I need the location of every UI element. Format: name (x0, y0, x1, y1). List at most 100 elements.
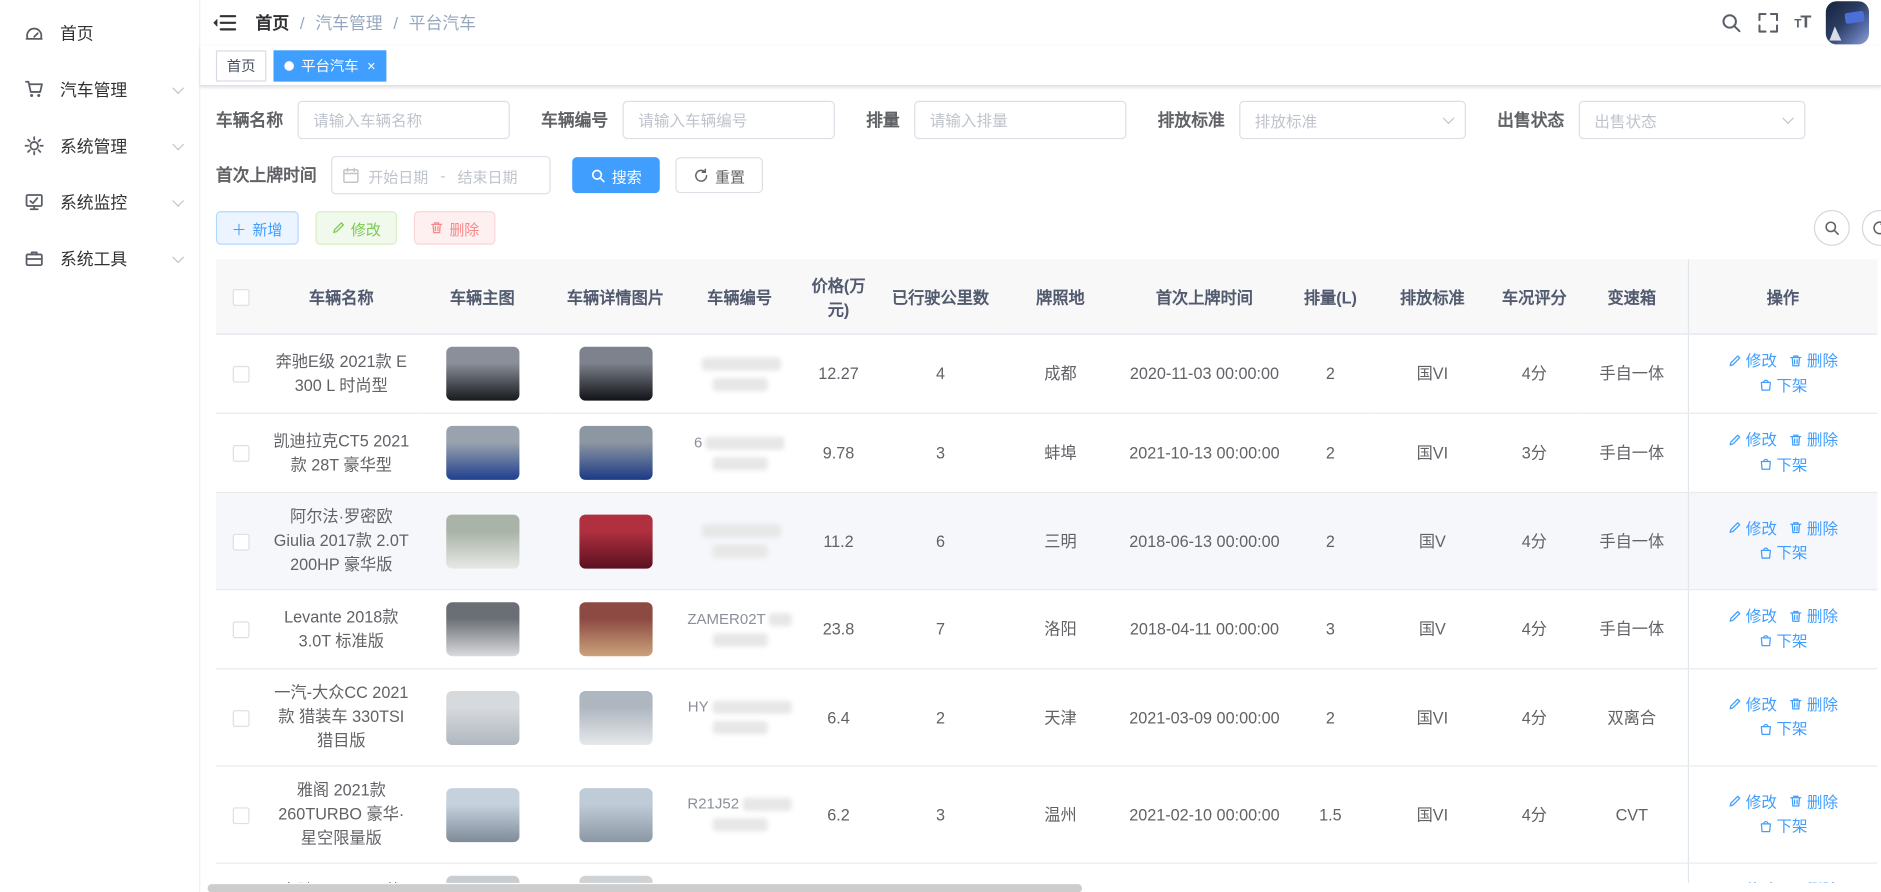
vehicle-name-input[interactable] (297, 100, 510, 140)
add-button[interactable]: ＋ 新增 (215, 211, 299, 245)
edit-button[interactable]: 修改 (314, 211, 397, 245)
vehicle-main-photo[interactable] (445, 690, 519, 745)
search-button[interactable]: 搜索 (572, 157, 660, 194)
sidebar-fold-icon[interactable] (211, 12, 237, 34)
vehicle-detail-photo[interactable] (578, 514, 652, 569)
vehicle-emission: 国VI (1372, 668, 1493, 767)
row-offshelf-label: 下架 (1776, 816, 1808, 835)
search-icon[interactable] (1720, 12, 1742, 34)
tab-label: 平台汽车 (301, 56, 359, 74)
tab-home[interactable]: 首页 (215, 49, 267, 81)
row-checkbox[interactable] (232, 533, 250, 551)
date-range-picker[interactable]: 开始日期 - 结束日期 (331, 155, 551, 195)
vehicle-displacement: 2 (1288, 413, 1373, 494)
filter-row-2: 首次上牌时间 开始日期 - 结束日期 搜索 重置 (216, 155, 1881, 195)
row-offshelf-link[interactable]: 下架 (1758, 453, 1808, 476)
vehicle-main-photo[interactable] (445, 787, 519, 842)
row-edit-label: 修改 (1745, 351, 1777, 370)
row-delete-label: 删除 (1806, 430, 1839, 449)
row-edit-link[interactable]: 修改 (1728, 428, 1777, 451)
col-km: 已行驶公里数 (880, 259, 1001, 335)
vehicle-main-photo[interactable] (445, 346, 519, 401)
vehicle-main-photo[interactable] (445, 425, 519, 480)
row-edit-link[interactable]: 修改 (1728, 349, 1777, 372)
emission-standard-select[interactable]: 排放标准 (1239, 100, 1466, 140)
sidebar-item-car-management[interactable]: 汽车管理 (0, 61, 199, 117)
redaction-blur (711, 456, 768, 470)
vehicle-detail-photo[interactable] (578, 602, 652, 657)
row-offshelf-link[interactable]: 下架 (1758, 374, 1808, 397)
vehicle-main-photo[interactable] (445, 602, 519, 657)
user-avatar[interactable] (1825, 1, 1870, 45)
vehicle-gearbox: CVT (1576, 765, 1688, 864)
row-edit-link[interactable]: 修改 (1728, 516, 1777, 539)
sidebar-item-system-management[interactable]: 系统管理 (0, 118, 199, 174)
search-button-label: 搜索 (611, 168, 642, 186)
delete-button[interactable]: 删除 (413, 211, 495, 245)
row-delete-link[interactable]: 删除 (1789, 428, 1838, 451)
sidebar-item-home[interactable]: 首页 (0, 5, 199, 61)
row-delete-link[interactable]: 删除 (1789, 605, 1838, 628)
vehicle-code-partial: ZAMER02T (687, 610, 766, 627)
vehicle-main-photo[interactable] (445, 514, 519, 569)
row-offshelf-link[interactable]: 下架 (1758, 629, 1808, 652)
pen-icon (1729, 698, 1741, 710)
row-checkbox[interactable] (232, 710, 250, 727)
bag-icon (1760, 546, 1771, 559)
vehicle-detail-photo[interactable] (578, 690, 652, 745)
vehicle-detail-photo[interactable] (578, 425, 652, 480)
refresh-table-button[interactable] (1861, 209, 1881, 246)
col-first-registration: 首次上牌时间 (1120, 259, 1289, 335)
refresh-icon (1873, 221, 1881, 235)
row-delete-link[interactable]: 删除 (1789, 516, 1838, 539)
row-offshelf-link[interactable]: 下架 (1758, 541, 1808, 564)
breadcrumb: 首页 / 汽车管理 / 平台汽车 (256, 11, 476, 35)
row-checkbox[interactable] (232, 445, 250, 463)
vehicle-detail-photo[interactable] (578, 346, 652, 401)
add-button-label: 新增 (252, 221, 283, 239)
vehicle-emission: 国VI (1372, 334, 1493, 414)
reset-button[interactable]: 重置 (675, 157, 763, 194)
table-toolbar: ＋ 新增 修改 删除 (215, 209, 1881, 246)
toggle-search-button[interactable] (1813, 209, 1850, 246)
row-offshelf-label: 下架 (1776, 543, 1808, 562)
select-all-checkbox[interactable] (232, 288, 250, 306)
row-edit-link[interactable]: 修改 (1728, 790, 1777, 813)
vehicle-price: 11.2 (796, 492, 881, 591)
vehicle-detail-photo[interactable] (578, 787, 652, 842)
plus-icon: ＋ (231, 221, 247, 239)
sidebar-item-system-monitor[interactable]: 系统监控 (0, 174, 199, 230)
breadcrumb-home[interactable]: 首页 (256, 11, 290, 35)
row-edit-label: 修改 (1745, 695, 1777, 714)
sale-status-select[interactable]: 出售状态 (1578, 100, 1806, 140)
fullscreen-icon[interactable] (1757, 12, 1779, 34)
pen-icon (332, 222, 344, 234)
row-delete-link[interactable]: 删除 (1789, 349, 1838, 372)
redaction-blur (705, 436, 786, 450)
pen-icon (1729, 610, 1741, 622)
sidebar-item-label: 系统监控 (59, 192, 128, 212)
vehicle-code-input[interactable] (622, 100, 835, 140)
table-row: 凯迪拉克CT5 2021款 28T 豪华型 6 9.78 3 蚌埠 2021-1… (215, 413, 1878, 494)
row-offshelf-link[interactable]: 下架 (1758, 717, 1808, 740)
row-offshelf-link[interactable]: 下架 (1758, 815, 1808, 838)
row-edit-link[interactable]: 修改 (1728, 693, 1777, 716)
close-icon[interactable]: × (367, 58, 375, 72)
scrollbar-thumb[interactable] (207, 884, 1082, 892)
row-checkbox[interactable] (232, 621, 250, 639)
row-delete-link[interactable]: 删除 (1789, 693, 1838, 716)
horizontal-scrollbar (200, 882, 1881, 892)
tab-platform-cars[interactable]: 平台汽车 × (273, 49, 387, 81)
vehicles-table: 车辆名称 车辆主图 车辆详情图片 车辆编号 价格(万元) 已行驶公里数 牌照地 … (215, 259, 1878, 887)
emission-standard-label: 排放标准 (1157, 110, 1225, 130)
end-date-placeholder: 结束日期 (457, 168, 518, 186)
sidebar-item-system-tools[interactable]: 系统工具 (0, 230, 199, 286)
row-edit-link[interactable]: 修改 (1728, 605, 1777, 628)
vehicle-displacement: 2 (1288, 334, 1373, 414)
font-size-icon[interactable]: TT (1794, 12, 1811, 34)
row-delete-link[interactable]: 删除 (1789, 790, 1838, 813)
displacement-input[interactable] (914, 100, 1127, 140)
vehicle-price: 6.2 (796, 765, 881, 864)
row-checkbox[interactable] (232, 366, 250, 384)
row-checkbox[interactable] (232, 807, 250, 825)
